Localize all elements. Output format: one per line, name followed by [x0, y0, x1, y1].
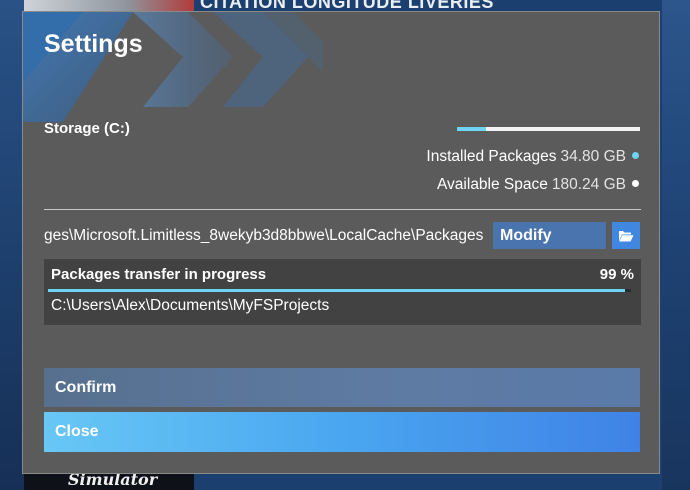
transfer-percent: 99 % [599, 266, 634, 283]
transfer-title: Packages transfer in progress [51, 266, 267, 283]
available-space-value: 180.24 GB [551, 176, 626, 193]
modify-button[interactable]: Modify [493, 222, 606, 249]
settings-dialog: Settings Storage (C:) Installed Packages… [22, 11, 660, 474]
close-button[interactable]: Close [44, 412, 640, 452]
transfer-progress-panel: Packages transfer in progress 99 % C:\Us… [44, 259, 641, 325]
available-space-label: Available Space [437, 176, 548, 193]
available-legend-dot [632, 180, 639, 188]
dialog-title: Settings [44, 30, 143, 58]
package-path-field[interactable]: ges\Microsoft.Limitless_8wekyb3d8bbwe\Lo… [44, 223, 489, 249]
confirm-button[interactable]: Confirm [44, 368, 640, 407]
transfer-destination-path: C:\Users\Alex\Documents\MyFSProjects [51, 297, 330, 314]
transfer-progress-fill [48, 289, 626, 292]
section-divider [44, 209, 641, 210]
storage-label: Storage (C:) [44, 120, 130, 137]
installed-legend-dot [632, 152, 639, 160]
browse-folder-button[interactable] [612, 222, 640, 249]
installed-packages-value: 34.80 GB [560, 148, 627, 165]
storage-usage-bar [457, 127, 640, 131]
installed-packages-row: Installed Packages 34.80 GB [426, 147, 639, 167]
background-left-panel [0, 0, 24, 490]
background-right-panel [662, 0, 690, 490]
folder-open-icon [619, 230, 634, 241]
available-space-row: Available Space 180.24 GB [437, 175, 639, 195]
package-path-text: ges\Microsoft.Limitless_8wekyb3d8bbwe\Lo… [44, 227, 484, 244]
transfer-progress-bar [48, 289, 631, 292]
storage-usage-fill [457, 127, 487, 131]
installed-packages-label: Installed Packages [426, 148, 557, 165]
